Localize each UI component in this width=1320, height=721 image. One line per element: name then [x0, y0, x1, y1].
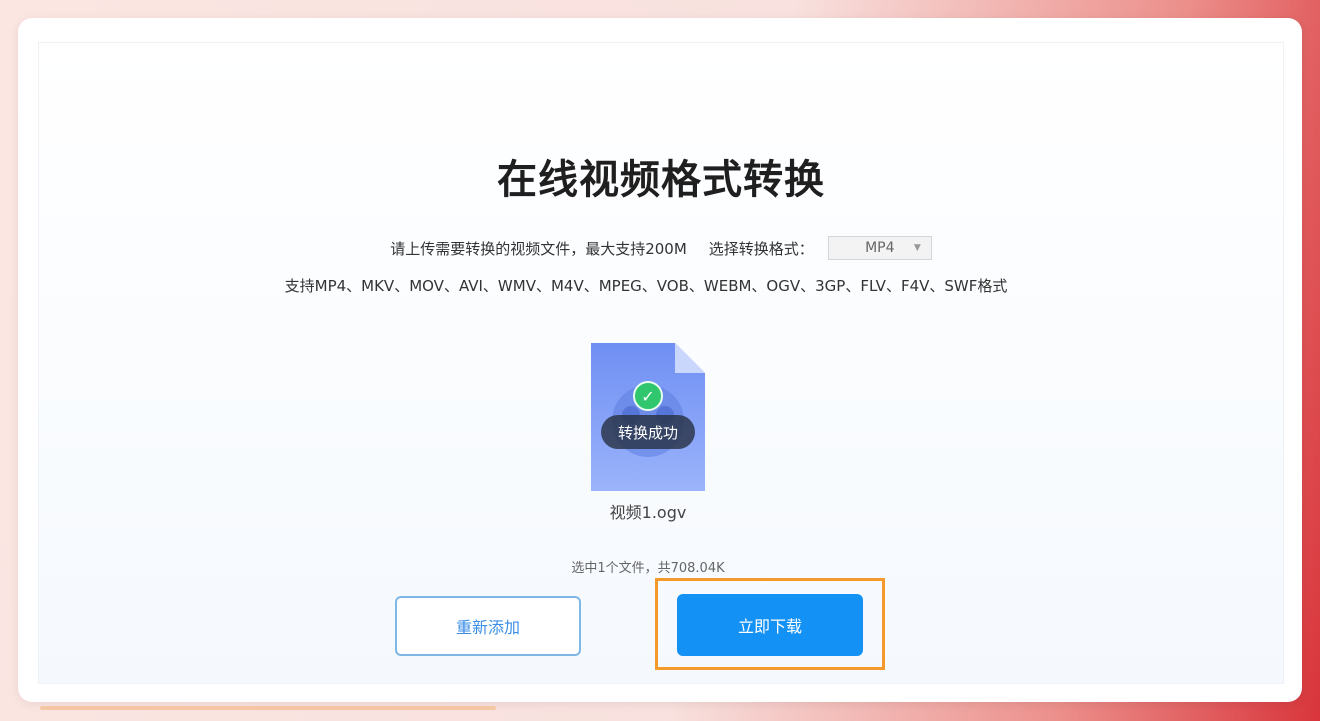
converter-card: 在线视频格式转换 请上传需要转换的视频文件，最大支持200M 选择转换格式： M…: [18, 18, 1302, 702]
download-button[interactable]: 立即下载: [677, 594, 863, 656]
chevron-down-icon: ▼: [913, 243, 921, 253]
converter-panel: 在线视频格式转换 请上传需要转换的视频文件，最大支持200M 选择转换格式： M…: [38, 42, 1284, 684]
conversion-status-badge: 转换成功: [601, 415, 695, 449]
file-name: 视频1.ogv: [609, 503, 687, 522]
bottom-strip: [40, 706, 496, 710]
format-label: 选择转换格式：: [708, 239, 814, 258]
upload-options-row: 请上传需要转换的视频文件，最大支持200M 选择转换格式： MP4 ▼: [39, 233, 1283, 263]
supported-formats: 支持MP4、MKV、MOV、AVI、WMV、M4V、MPEG、VOB、WEBM、…: [284, 277, 1008, 295]
format-select-value: MP4: [865, 240, 895, 256]
file-tile: ✓ 转换成功: [591, 343, 705, 491]
page-title: 在线视频格式转换: [497, 157, 825, 203]
format-select[interactable]: MP4 ▼: [827, 236, 932, 260]
check-icon: ✓: [633, 381, 663, 411]
file-summary: 选中1个文件，共708.04K: [571, 561, 725, 576]
readd-button[interactable]: 重新添加: [395, 596, 581, 656]
upload-hint: 请上传需要转换的视频文件，最大支持200M: [390, 239, 687, 258]
